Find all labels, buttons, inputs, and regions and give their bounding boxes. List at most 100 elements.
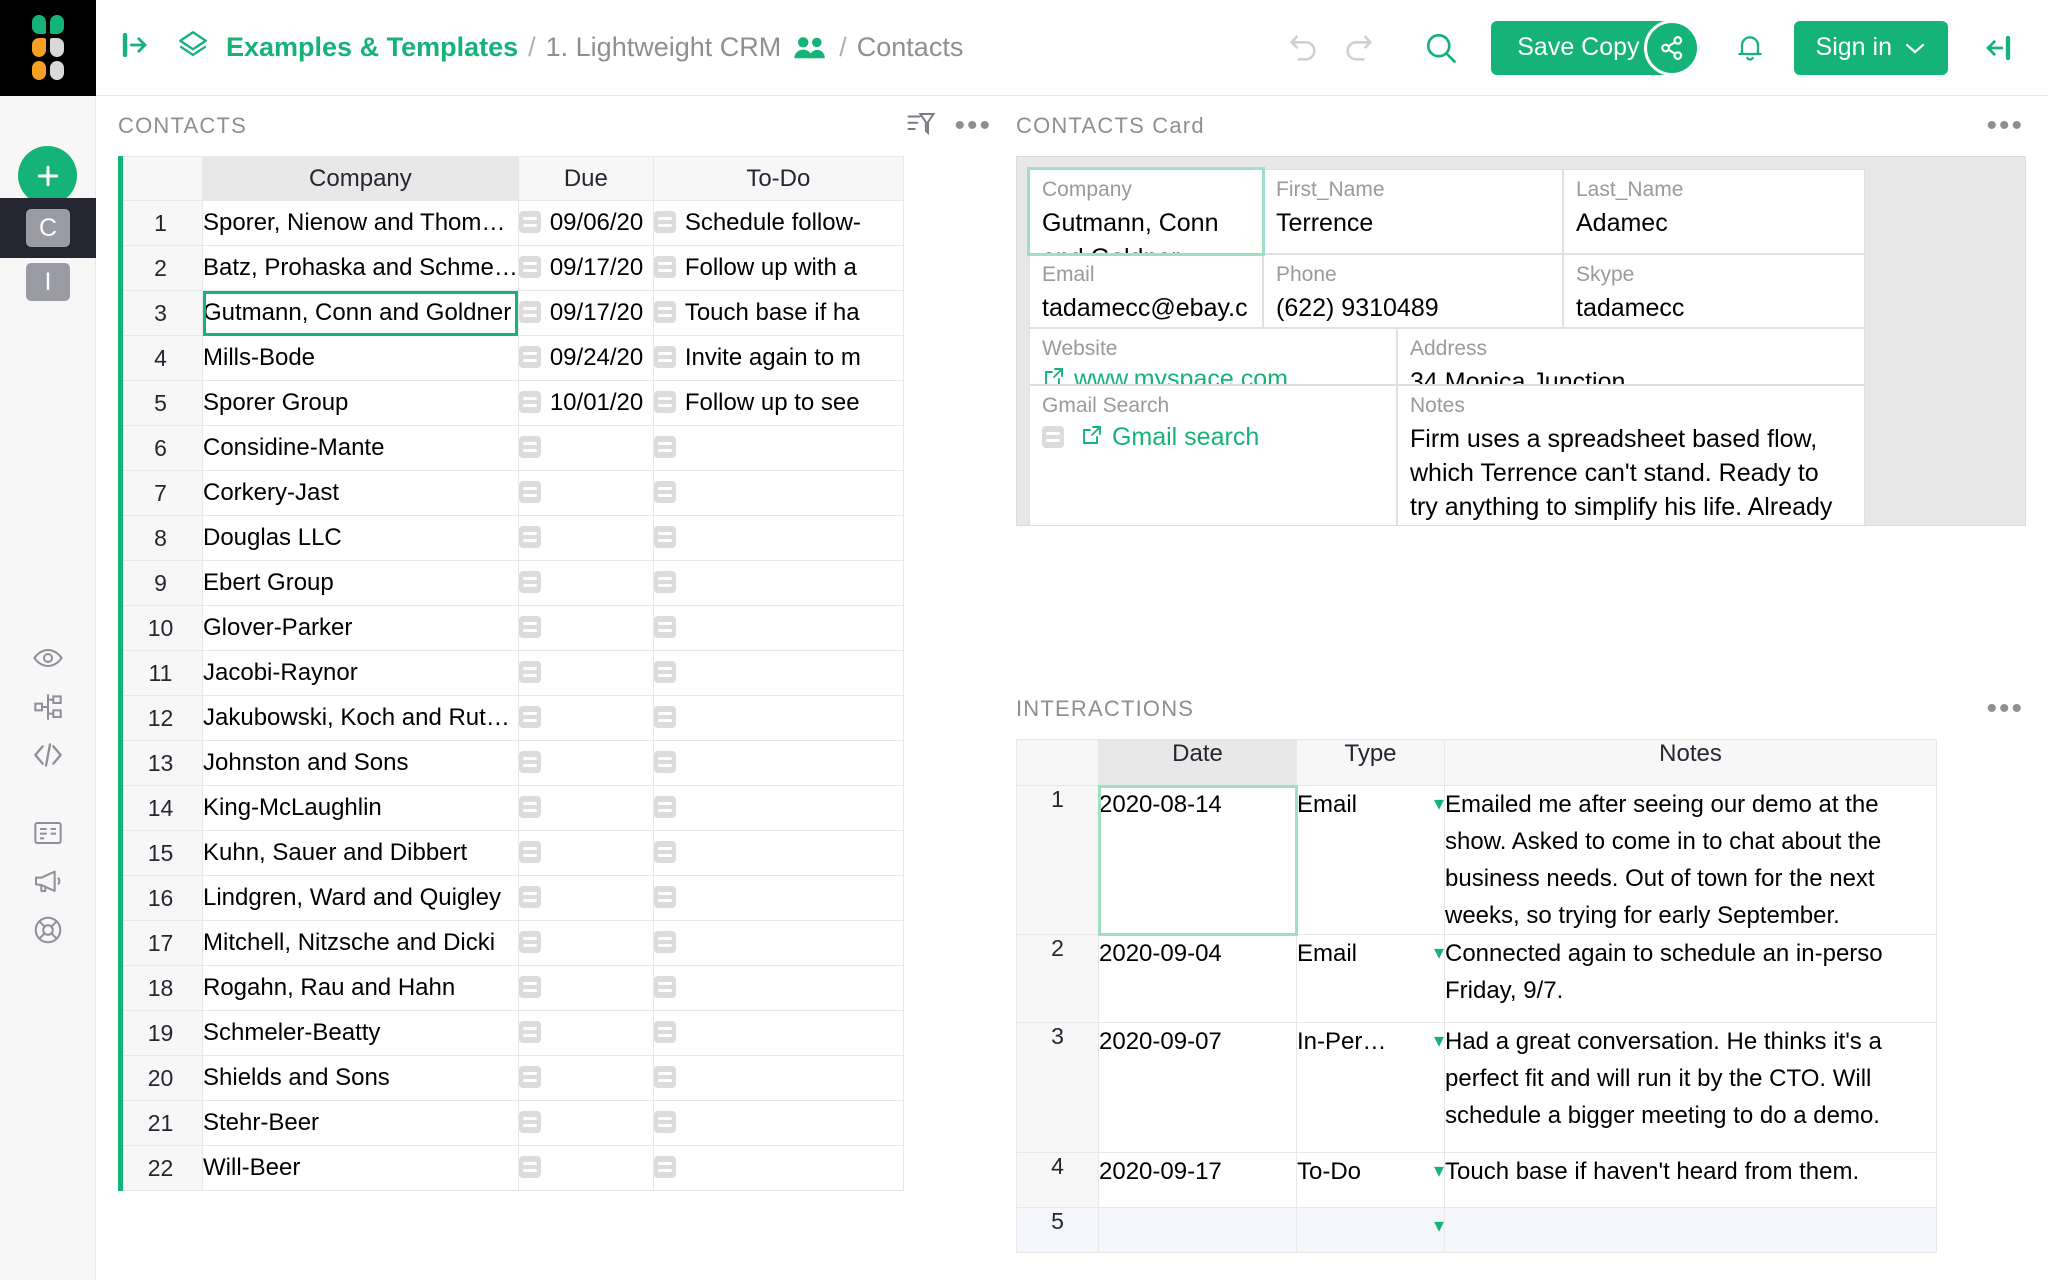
cell-due[interactable] (518, 741, 653, 786)
chevron-down-icon[interactable]: ▾ (1434, 1153, 1444, 1190)
cell-notes[interactable]: Had a great conversation. He thinks it's… (1445, 1023, 1937, 1153)
row-number[interactable]: 19 (119, 1011, 203, 1056)
cell-todo[interactable] (653, 921, 903, 966)
card-value-website[interactable]: www.myspace.com (1042, 365, 1384, 385)
book-icon[interactable] (0, 811, 96, 855)
row-number[interactable]: 10 (119, 606, 203, 651)
card-field-address[interactable]: Address 34 Monica Junction (1397, 328, 1865, 385)
cell-due[interactable] (518, 966, 653, 1011)
cell-todo[interactable] (653, 426, 903, 471)
table-row[interactable]: 9Ebert Group (119, 561, 904, 606)
cell-company[interactable]: King-McLaughlin (203, 786, 519, 831)
cell-company[interactable]: Considine-Mante (203, 426, 519, 471)
cell-company[interactable]: Sporer Group (203, 381, 519, 426)
cell-company[interactable]: Stehr-Beer (203, 1101, 519, 1146)
cell-todo[interactable] (653, 966, 903, 1011)
cell-company[interactable]: Schmeler-Beatty (203, 1011, 519, 1056)
contacts-col-header-blank[interactable] (119, 157, 203, 201)
table-row[interactable]: 17Mitchell, Nitzsche and Dicki (119, 921, 904, 966)
card-field-phone[interactable]: Phone (622) 9310489 (1263, 254, 1563, 328)
cell-due[interactable] (518, 786, 653, 831)
contacts-col-header-todo[interactable]: To-Do (653, 157, 903, 201)
card-field-website[interactable]: Website www.myspace.com (1029, 328, 1397, 385)
card-field-skype[interactable]: Skype tadamecc (1563, 254, 1865, 328)
row-number[interactable]: 15 (119, 831, 203, 876)
cell-todo[interactable] (653, 696, 903, 741)
card-field-email[interactable]: Email tadamecc@ebay.com (1029, 254, 1263, 328)
contacts-col-header-company[interactable]: Company (203, 157, 519, 201)
cell-todo[interactable] (653, 1011, 903, 1056)
cell-due[interactable]: 09/17/20 (518, 246, 653, 291)
eye-icon[interactable] (0, 636, 96, 680)
row-number[interactable]: 16 (119, 876, 203, 921)
collapse-panel-icon[interactable] (1970, 20, 2026, 76)
cell-due[interactable] (518, 921, 653, 966)
cell-todo[interactable] (653, 1101, 903, 1146)
grist-logo[interactable] (0, 0, 96, 96)
cell-todo[interactable]: Follow up to see (653, 381, 903, 426)
cell-due[interactable]: 09/24/20 (518, 336, 653, 381)
contacts-grid[interactable]: Company Due To-Do 1Sporer, Nienow and Th… (118, 156, 1016, 1191)
cell-todo[interactable]: Follow up with a (653, 246, 903, 291)
card-field-gmail-search[interactable]: Gmail Search Gmail search (1029, 385, 1397, 526)
contacts-col-header-due[interactable]: Due (518, 157, 653, 201)
cell-todo[interactable] (653, 561, 903, 606)
table-row[interactable]: 22Will-Beer (119, 1146, 904, 1191)
sort-filter-icon[interactable] (906, 109, 936, 144)
row-number[interactable]: 4 (1017, 1153, 1099, 1208)
cell-type[interactable]: ▾ (1297, 1208, 1445, 1253)
undo-icon[interactable] (1275, 20, 1331, 76)
cell-company[interactable]: Shields and Sons (203, 1056, 519, 1101)
cell-type[interactable]: To-Do▾ (1297, 1153, 1445, 1208)
redo-icon[interactable] (1331, 20, 1387, 76)
interactions-grid[interactable]: Date Type Notes 12020-08-14Email▾Emailed… (1016, 739, 2026, 1253)
cell-company[interactable]: Glover-Parker (203, 606, 519, 651)
card-field-first-name[interactable]: First_Name Terrence (1263, 169, 1563, 254)
table-row[interactable]: 1Sporer, Nienow and Thom…09/06/20Schedul… (119, 201, 904, 246)
cell-due[interactable] (518, 471, 653, 516)
cell-todo[interactable] (653, 651, 903, 696)
cell-todo[interactable] (653, 471, 903, 516)
cell-date[interactable]: 2020-09-07 (1099, 1023, 1297, 1153)
chevron-down-icon[interactable]: ▾ (1434, 786, 1444, 823)
row-number[interactable]: 1 (119, 201, 203, 246)
row-number[interactable]: 2 (1017, 935, 1099, 1023)
row-number[interactable]: 18 (119, 966, 203, 1011)
row-number[interactable]: 3 (119, 291, 203, 336)
cell-todo[interactable]: Invite again to m (653, 336, 903, 381)
cell-company[interactable]: Batz, Prohaska and Schme… (203, 246, 519, 291)
row-number[interactable]: 4 (119, 336, 203, 381)
cell-company[interactable]: Will-Beer (203, 1146, 519, 1191)
row-number[interactable]: 5 (119, 381, 203, 426)
cell-due[interactable]: 09/06/20 (518, 201, 653, 246)
row-number[interactable]: 1 (1017, 786, 1099, 935)
table-row[interactable]: 3Gutmann, Conn and Goldner09/17/20Touch … (119, 291, 904, 336)
cell-type[interactable]: In-Per…▾ (1297, 1023, 1445, 1153)
cell-due[interactable] (518, 876, 653, 921)
table-row[interactable]: 19Schmeler-Beatty (119, 1011, 904, 1056)
row-number[interactable]: 20 (119, 1056, 203, 1101)
sign-in-button[interactable]: Sign in (1794, 21, 1948, 75)
table-row[interactable]: 12020-08-14Email▾Emailed me after seeing… (1017, 786, 1937, 935)
table-row[interactable]: 15Kuhn, Sauer and Dibbert (119, 831, 904, 876)
cell-company[interactable]: Sporer, Nienow and Thom… (203, 201, 519, 246)
cell-notes[interactable]: Emailed me after seeing our demo at the … (1445, 786, 1937, 935)
chevron-down-icon[interactable]: ▾ (1434, 1023, 1444, 1060)
row-number[interactable]: 17 (119, 921, 203, 966)
code-icon[interactable] (0, 733, 96, 777)
cell-due[interactable] (518, 831, 653, 876)
breadcrumb-document[interactable]: 1. Lightweight CRM (546, 32, 782, 63)
cell-type[interactable]: Email▾ (1297, 786, 1445, 935)
search-icon[interactable] (1413, 20, 1469, 76)
cell-todo[interactable] (653, 876, 903, 921)
row-number[interactable]: 2 (119, 246, 203, 291)
cell-todo[interactable] (653, 1146, 903, 1191)
table-row[interactable]: 12Jakubowski, Koch and Rut… (119, 696, 904, 741)
expand-panel-icon[interactable] (120, 30, 150, 65)
cell-company[interactable]: Corkery-Jast (203, 471, 519, 516)
settings-sliders-icon[interactable] (0, 685, 96, 729)
cell-notes[interactable]: Connected again to schedule an in-perso … (1445, 935, 1937, 1023)
interactions-col-header-blank[interactable] (1017, 740, 1099, 786)
cell-due[interactable]: 09/17/20 (518, 291, 653, 336)
cell-company[interactable]: Mitchell, Nitzsche and Dicki (203, 921, 519, 966)
